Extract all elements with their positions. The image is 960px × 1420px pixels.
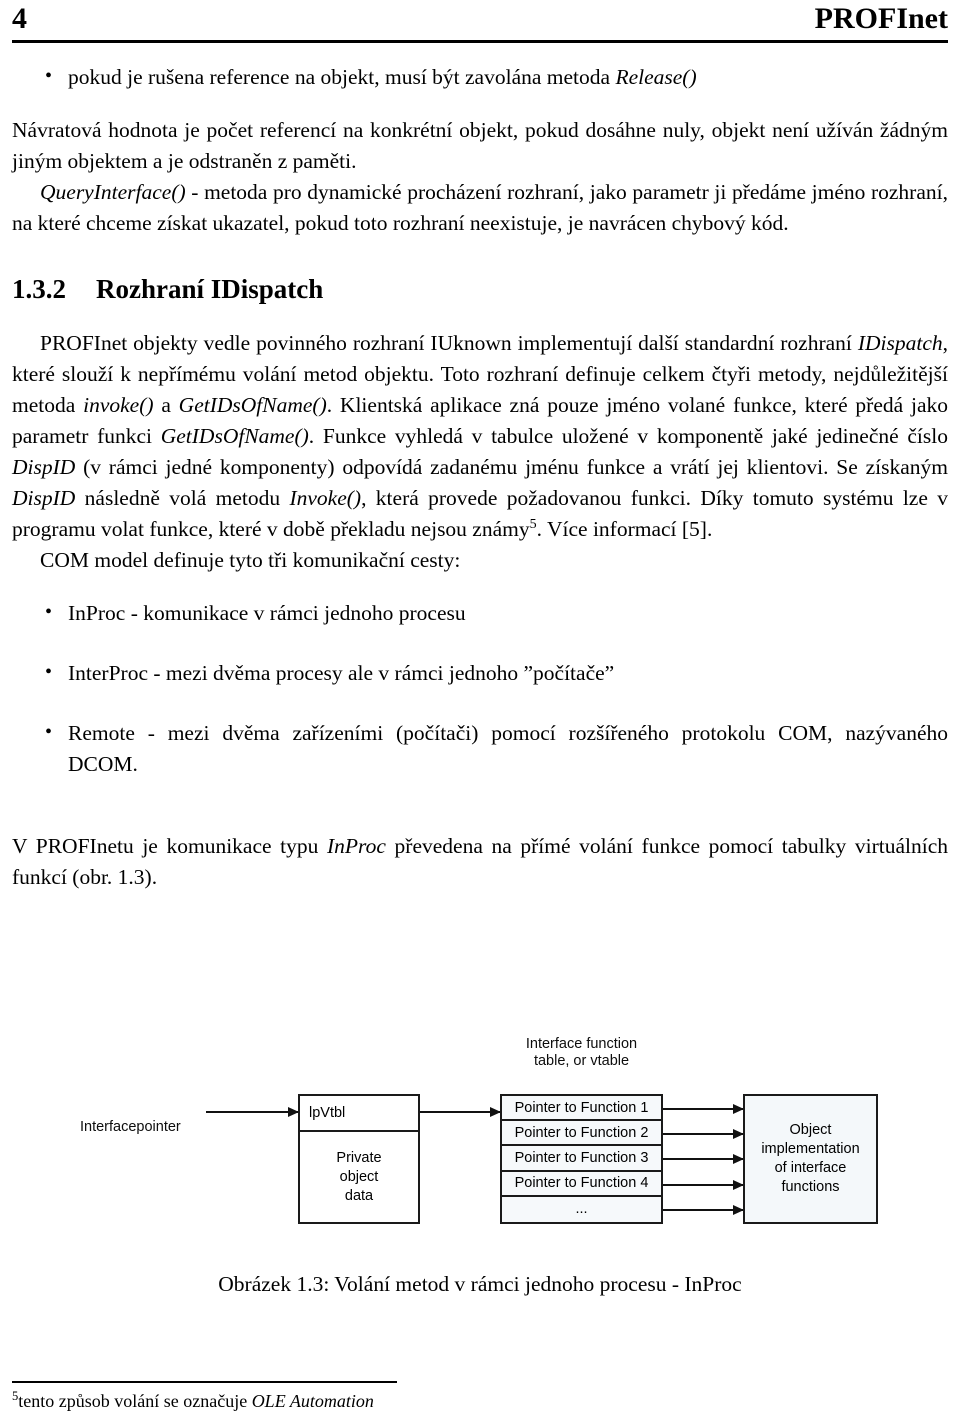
object-line1: Object [789,1122,832,1138]
idispatch-s3: a [153,393,179,417]
lpvtbl-box: lpVtbl Private object data [298,1094,420,1224]
bullet-marker: • [45,65,53,87]
object-line2: implementation [761,1141,860,1157]
object-line3: of interface [774,1160,847,1176]
list-item: • InProc - komunikace v rámci jednoho pro… [12,598,948,629]
vtable-row: ... [502,1196,661,1222]
object-box-text: Object implementation of interface funct… [761,1121,859,1197]
list-item-label: Remote - mezi dvěma zařízeními (počítači… [68,721,948,776]
bullet-marker: • [45,601,53,623]
vtable-title: Interface function table, or vtable [500,1036,663,1070]
paragraph-com-intro: COM model definuje tyto tři komunikační … [40,548,461,572]
idispatch-i7: Invoke() [289,486,362,510]
arrow-vtbl-to-vtable [420,1106,501,1117]
paragraph-profinetu: V PROFInetu je komunikace typu InProc př… [12,831,948,893]
idispatch-s5: . Funkce vyhledá v tabulce uložené v kom… [308,424,948,448]
release-bullet-list: • pokud je rušena reference na objekt, mu… [12,62,948,93]
object-line4: functions [781,1179,840,1195]
vtable-row: Pointer to Function 2 [502,1121,661,1147]
page-number: 4 [12,2,27,35]
document-page: 4 PROFInet • pokud je rušena reference na… [0,0,960,1420]
footnote-rule [12,1381,397,1383]
private-line2: object [339,1168,379,1185]
page-header: 4 PROFInet [12,2,948,36]
arrow-function-5 [663,1204,744,1215]
idispatch-i3: GetIDsOfName() [178,393,327,417]
section-heading: 1.3.2 Rozhraní IDispatch [12,273,948,306]
footnote: 5tento způsob volání se označuje OLE Aut… [12,1389,812,1413]
section-number: 1.3.2 [12,274,66,304]
bullet-text: pokud je rušena reference na objekt, mus… [68,65,616,89]
object-implementation-box: Object implementation of interface funct… [743,1094,878,1224]
bullet-marker: • [45,661,53,683]
private-object-data: Private object data [300,1132,418,1222]
footnote-text: tento způsob volání se označuje [18,1391,252,1411]
queryinterface-italic: QueryInterface() [40,180,186,204]
idispatch-i4: GetIDsOfName() [160,424,309,448]
paragraph-idispatch: PROFInet objekty vedle povinného rozhran… [12,328,948,545]
figure-caption: Obrázek 1.3: Volání metod v rámci jednoh… [218,1272,742,1296]
vtable-row: Pointer to Function 4 [502,1171,661,1197]
arrow-function-4 [663,1179,744,1190]
profinetu-s1: V PROFInetu je komunikace typu [12,834,328,858]
page-body: • pokud je rušena reference na objekt, mu… [12,62,948,893]
vtable-row: Pointer to Function 3 [502,1146,661,1172]
header-rule [12,40,948,43]
section-title: Rozhraní IDispatch [96,274,324,304]
paragraph-queryinterface: QueryInterface() - metoda pro dynamické … [12,177,948,239]
list-item: • InterProc - mezi dvěma procesy ale v rá… [12,658,948,689]
paragraph-navratova: Návratová hodnota je počet referencí na … [12,118,948,173]
private-line1: Private [336,1149,382,1166]
idispatch-i1: IDispatch [857,331,943,355]
lpvtbl-slot: lpVtbl [300,1096,418,1132]
idispatch-s1: PROFInet objekty vedle povinného rozhran… [40,331,858,355]
vtable-title-line1: Interface function [525,1036,638,1052]
list-item: • pokud je rušena reference na objekt, mu… [12,62,948,93]
idispatch-i6: DispID [12,486,76,510]
list-item-label: InProc - komunikace v rámci jednoho proc… [68,601,466,625]
private-line3: data [344,1187,374,1204]
idispatch-s9: . Více informací [5]. [536,517,713,541]
profinetu-i1: InProc [327,834,386,858]
interfacepointer-label: Interfacepointer [80,1119,181,1135]
idispatch-i2: invoke() [83,393,154,417]
running-title: PROFInet [814,2,948,35]
vtable-box: Pointer to Function 1 Pointer to Functio… [500,1094,663,1224]
list-item-label: InterProc - mezi dvěma procesy ale v rám… [68,661,615,685]
vtable-title-line2: table, or vtable [533,1053,630,1069]
figure-1-3: Interface function table, or vtable Inte… [0,1018,960,1318]
idispatch-s6: (v rámci jedné komponenty) odpovídá zada… [75,455,948,479]
arrow-pointer-to-vtbl [206,1106,299,1117]
com-paths-list: • InProc - komunikace v rámci jednoho pro… [12,598,948,780]
arrow-function-1 [663,1103,744,1114]
arrow-function-3 [663,1153,744,1164]
vtable-row: Pointer to Function 1 [502,1096,661,1122]
list-item: • Remote - mezi dvěma zařízeními (počítač… [12,718,948,780]
bullet-text-italic: Release() [615,65,697,89]
idispatch-i5: DispID [12,455,76,479]
arrow-function-2 [663,1128,744,1139]
footnote-italic: OLE Automation [251,1391,374,1411]
inproc-vtable-diagram: Interface function table, or vtable Inte… [0,1018,960,1248]
footnote-marker: 5 [529,516,537,532]
idispatch-s7: následně volá metodu [75,486,290,510]
bullet-marker: • [45,721,53,743]
